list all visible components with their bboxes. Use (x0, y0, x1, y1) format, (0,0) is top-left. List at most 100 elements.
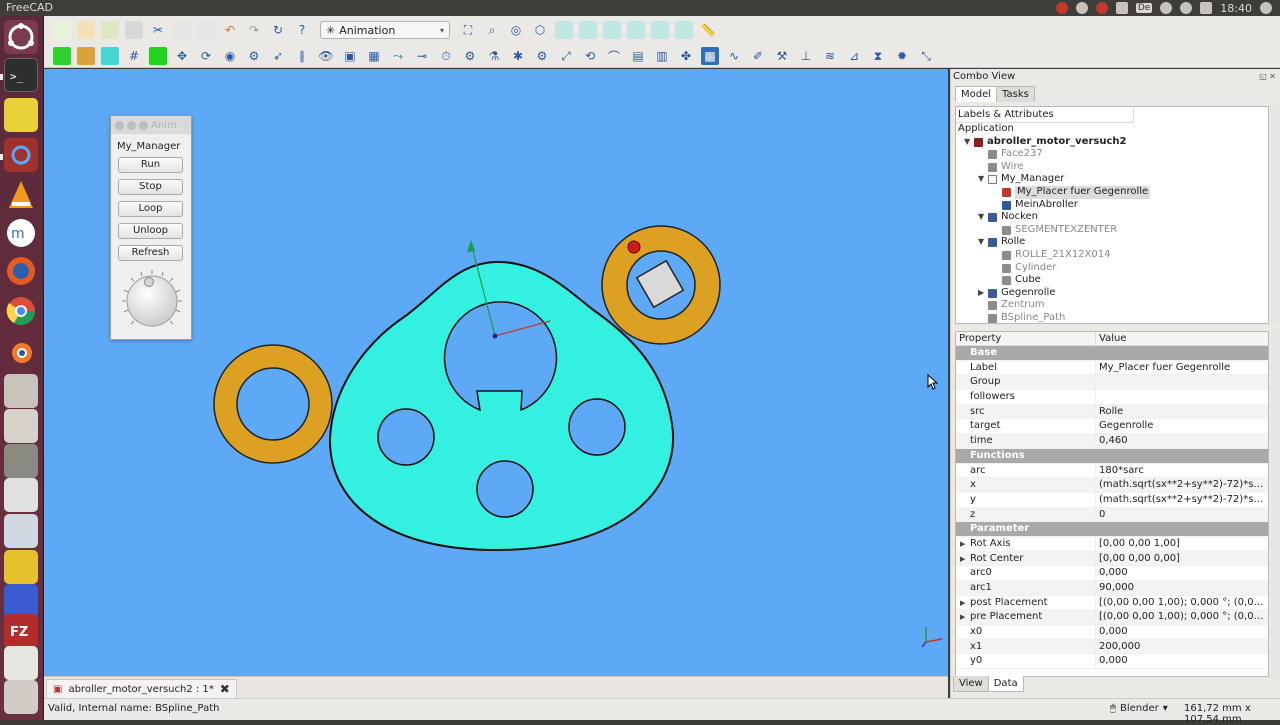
loop-button[interactable]: Loop (118, 201, 183, 217)
move-icon[interactable]: ✥ (173, 47, 191, 65)
refresh-icon[interactable]: ↻ (269, 21, 287, 39)
green-square-icon[interactable] (53, 47, 71, 65)
chrome-icon[interactable] (1055, 2, 1068, 14)
property-value[interactable]: (math.sqrt(sx**2+sy**2)-72)*sx/ma... (1096, 478, 1268, 492)
left-view-icon[interactable] (675, 21, 693, 39)
disk-icon[interactable] (4, 444, 38, 478)
expand-right-icon[interactable]: ▶ (978, 287, 984, 300)
bluetooth-icon[interactable] (1075, 2, 1088, 14)
time-dial[interactable] (119, 268, 185, 334)
tree-item[interactable]: ROLLE_21X12X014 (956, 249, 1268, 262)
volume-icon[interactable] (1180, 2, 1193, 14)
property-row[interactable]: ▶ pre Placement [(0,00 0,00 1,00); 0,000 °… (956, 610, 1268, 626)
filezilla-icon[interactable]: FZ (4, 614, 38, 648)
ruler-icon[interactable]: ⊿ (845, 47, 863, 65)
manager-icon[interactable] (149, 47, 167, 65)
property-row[interactable]: x0 0,000 (956, 625, 1268, 640)
property-row[interactable]: x1 200,000 (956, 639, 1268, 655)
kinematics-icon[interactable]: ⚙ (461, 47, 479, 65)
cut-icon[interactable]: ✂ (149, 21, 167, 39)
tree-item[interactable]: ▼ Nocken (956, 211, 1268, 224)
drive-icon[interactable] (4, 409, 38, 443)
expand-down-icon[interactable]: ▼ (978, 173, 984, 186)
tree-item[interactable]: Wire (956, 161, 1268, 174)
tree-scrollbar[interactable] (1271, 106, 1279, 324)
left-roller[interactable] (213, 344, 333, 464)
property-row[interactable]: Label My_Placer fuer Gegenrolle (956, 360, 1268, 376)
vlc-icon[interactable] (4, 178, 38, 212)
blender-icon[interactable] (4, 334, 38, 368)
mail-icon[interactable] (1115, 2, 1128, 14)
unloop-button[interactable]: Unloop (118, 223, 183, 239)
property-value[interactable]: 0,000 (1096, 625, 1268, 639)
crane-icon[interactable]: ⚒ (773, 47, 791, 65)
sweep-icon[interactable]: ✐ (749, 47, 767, 65)
maximize-window-icon[interactable] (139, 120, 148, 130)
orange-square-icon[interactable] (77, 47, 95, 65)
connector-icon[interactable]: ⚗ (485, 47, 503, 65)
keyboard-layout[interactable]: De (1135, 3, 1153, 13)
property-scrollbar[interactable] (1271, 331, 1279, 677)
open-document-icon[interactable] (77, 21, 95, 39)
property-row[interactable]: src Rolle (956, 404, 1268, 420)
paste-icon[interactable] (197, 21, 215, 39)
property-group[interactable]: Parameter (956, 522, 1268, 537)
app-icon[interactable] (4, 478, 38, 512)
counter-roller[interactable] (601, 225, 721, 345)
whats-this-icon[interactable]: ? (293, 21, 311, 39)
undo-icon[interactable]: ↶ (221, 21, 239, 39)
tree-item[interactable]: BSpline_Path (956, 312, 1268, 323)
property-value[interactable]: [0,00 0,00 0,00] (1096, 552, 1268, 566)
property-value[interactable]: [(0,00 0,00 1,00); 0,000 °; (0,000 m... (1096, 596, 1268, 610)
scaler-icon[interactable]: ∥ (293, 47, 311, 65)
filler-icon[interactable]: ▦ (365, 47, 383, 65)
front-view-icon[interactable] (555, 21, 573, 39)
viewpoint-icon[interactable]: 👁 (317, 47, 335, 65)
expand-down-icon[interactable]: ▼ (964, 136, 970, 149)
run-button[interactable]: Run (118, 157, 183, 173)
property-row[interactable]: y (math.sqrt(sx**2+sy**2)-72)*sy/ma... (956, 492, 1268, 508)
stop-icon[interactable] (1095, 2, 1108, 14)
property-group[interactable]: Base (956, 346, 1268, 361)
property-row[interactable]: Group (956, 375, 1268, 391)
firefox-icon[interactable] (4, 254, 38, 288)
property-value[interactable]: Gegenrolle (1096, 419, 1268, 433)
snapshot-icon[interactable]: ⤳ (389, 47, 407, 65)
float-icon[interactable]: ◱ (1259, 72, 1267, 81)
property-column-header[interactable]: Property (956, 332, 1096, 345)
workbench-selector[interactable]: ✳ Animation ▾ (320, 21, 450, 39)
files-icon[interactable] (4, 374, 38, 408)
matrix-icon[interactable]: ▩ (701, 47, 719, 65)
fit-selection-icon[interactable]: ⌕ (483, 21, 501, 39)
expand-right-icon[interactable]: ▶ (960, 537, 965, 551)
rear-view-icon[interactable] (627, 21, 645, 39)
settings-app-icon[interactable] (4, 138, 38, 172)
tree-item[interactable]: Cylinder (956, 262, 1268, 275)
adjuster-icon[interactable]: ⚙ (245, 47, 263, 65)
app-icon[interactable] (4, 550, 38, 584)
battery-icon[interactable] (1200, 2, 1213, 14)
top-view-icon[interactable] (579, 21, 597, 39)
chrome-icon[interactable] (4, 294, 38, 328)
refresh-button[interactable]: Refresh (118, 245, 183, 261)
property-value[interactable]: 90,000 (1096, 581, 1268, 595)
app-icon[interactable] (4, 584, 38, 618)
property-row[interactable]: arc1 90,000 (956, 581, 1268, 596)
tree-item[interactable]: Face237 (956, 148, 1268, 161)
property-value[interactable] (1096, 375, 1268, 389)
sheet-icon[interactable]: ▥ (653, 47, 671, 65)
draw-style-icon[interactable]: ◎ (507, 21, 525, 39)
property-value[interactable]: (math.sqrt(sx**2+sy**2)-72)*sy/ma... (1096, 493, 1268, 507)
fit-icon[interactable]: ⤢ (557, 47, 575, 65)
property-value[interactable]: Rolle (1096, 405, 1268, 419)
right-view-icon[interactable] (603, 21, 621, 39)
tree-column-header[interactable]: Labels & Attributes (956, 107, 1134, 123)
hourglass-icon[interactable]: ⧗ (869, 47, 887, 65)
property-row[interactable]: y0 0,000 (956, 654, 1268, 670)
property-row[interactable]: followers (956, 390, 1268, 405)
property-row[interactable]: time 0,460 (956, 434, 1268, 449)
tab-model[interactable]: Model (955, 86, 998, 102)
placer-icon[interactable]: ➶ (269, 47, 287, 65)
property-value[interactable]: 0,000 (1096, 654, 1268, 668)
property-value[interactable]: My_Placer fuer Gegenrolle (1096, 361, 1268, 375)
